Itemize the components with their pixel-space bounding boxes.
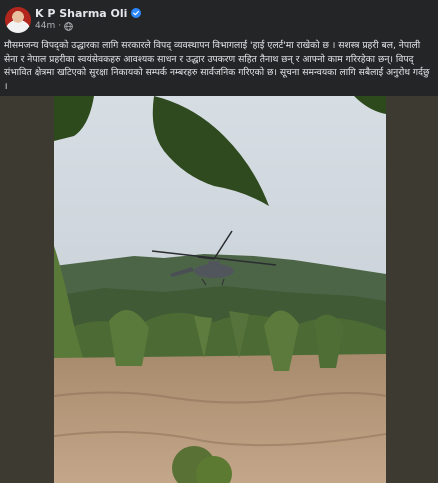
post-time[interactable]: 44m <box>35 21 55 31</box>
post-meta: 44m · <box>35 20 73 32</box>
post-caption: मौसमजन्य विपद्को उद्धारका लागि सरकारले व… <box>4 40 430 92</box>
post-video[interactable] <box>54 96 386 483</box>
facebook-post: K P Sharma Oli 44m · मौसमजन्य विपद्को उद… <box>0 0 438 483</box>
video-letterbox-left <box>0 96 54 483</box>
video-letterbox-right <box>386 96 438 483</box>
post-header: K P Sharma Oli 44m · <box>0 0 438 36</box>
author-row: K P Sharma Oli <box>35 6 142 20</box>
globe-icon <box>64 21 73 31</box>
video-thumbnail <box>54 96 386 483</box>
author-name[interactable]: K P Sharma Oli <box>35 7 127 20</box>
video-frame <box>0 96 438 483</box>
meta-separator: · <box>58 21 62 31</box>
author-avatar[interactable] <box>5 7 31 33</box>
verified-badge-icon <box>131 8 142 18</box>
